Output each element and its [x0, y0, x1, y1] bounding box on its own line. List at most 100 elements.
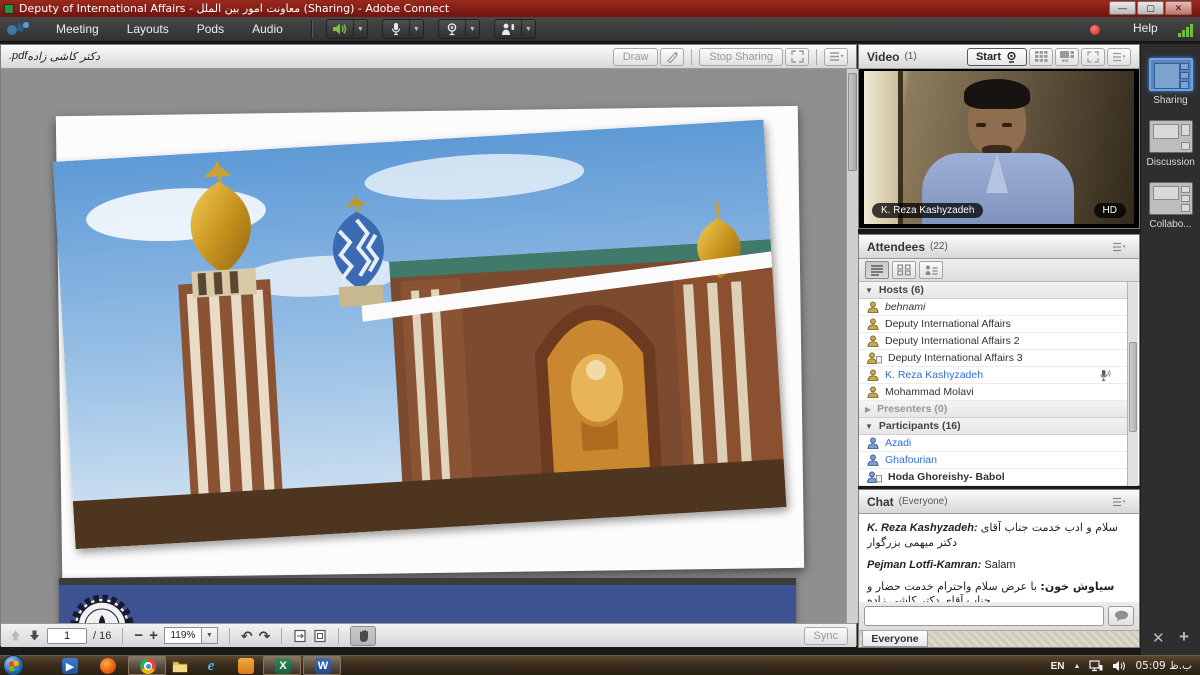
document-viewport[interactable]: Russia [1, 69, 856, 623]
draw-button[interactable]: Draw [613, 48, 659, 66]
attendee-row[interactable]: Hoda Ghoreishy- Babol [859, 469, 1129, 486]
network-icon[interactable] [1089, 660, 1103, 672]
fullscreen-button[interactable] [785, 48, 809, 66]
layout-collaboration[interactable]: Collabo... [1147, 182, 1195, 230]
language-indicator[interactable]: EN [1051, 661, 1065, 672]
share-pod-options-button[interactable] [824, 48, 848, 66]
rotate-right-icon[interactable]: ↷ [259, 629, 271, 643]
attendee-row[interactable]: Deputy International Affairs [859, 316, 1129, 333]
zoom-level-select[interactable]: 119% ▼ [164, 627, 218, 644]
vertical-scrollbar[interactable] [846, 69, 858, 623]
minimize-button[interactable]: — [1109, 1, 1136, 15]
pointer-tool-button[interactable] [660, 48, 684, 66]
raise-hand-dropdown[interactable]: ▼ [522, 19, 536, 39]
windows-taskbar: ▶ e X [0, 655, 1200, 675]
taskbar-explorer-icon[interactable] [172, 658, 188, 674]
menu-meeting[interactable]: Meeting [42, 17, 113, 42]
hosts-label: Hosts (6) [879, 284, 924, 296]
previous-page-icon[interactable] [9, 629, 22, 642]
close-pod-icon[interactable]: ✕ [1152, 629, 1165, 647]
zoom-dropdown-icon[interactable]: ▼ [202, 627, 218, 644]
recording-indicator-icon [1090, 25, 1100, 35]
layout-discussion[interactable]: Discussion [1147, 120, 1195, 168]
shared-document-title: .pdfدکتر کاشی زاده [9, 50, 100, 63]
tray-expand-icon[interactable]: ▲ [1074, 663, 1081, 670]
taskbar-media-player-icon[interactable]: ▶ [62, 658, 78, 674]
taskbar-excel-button[interactable]: X [263, 656, 301, 675]
menu-audio[interactable]: Audio [238, 17, 297, 42]
grid-view-button[interactable] [1029, 48, 1053, 66]
attendee-name: Deputy International Affairs 3 [888, 352, 1023, 364]
group-header-participants[interactable]: ▼ Participants (16) [859, 418, 1129, 435]
help-menu[interactable]: Help [1133, 21, 1158, 35]
attendee-row[interactable]: K. Reza Kashyzadeh [859, 367, 1129, 384]
attendee-row[interactable]: Ghafourian [859, 452, 1129, 469]
add-pod-icon[interactable]: + [1179, 627, 1189, 647]
breakout-view-button[interactable] [892, 261, 916, 279]
webcam-image: K. Reza Kashyzadeh HD [864, 71, 1134, 224]
vertical-scrollbar-thumb[interactable] [848, 73, 857, 171]
hand-pan-tool-button[interactable] [350, 626, 376, 646]
menu-bar: Meeting Layouts Pods Audio ▼ ▼ [0, 17, 1200, 42]
taskbar-firefox-icon[interactable] [100, 658, 116, 674]
attendees-scrollbar[interactable] [1127, 282, 1138, 486]
zoom-out-button[interactable]: − [134, 628, 143, 643]
menu-pods[interactable]: Pods [183, 17, 238, 42]
start-label: Start [976, 51, 1001, 63]
video-pod-options-button[interactable] [1107, 48, 1131, 66]
chat-input[interactable] [864, 606, 1104, 626]
attendees-pod-options-button[interactable] [1107, 238, 1131, 256]
taskbar-office-icon[interactable] [238, 658, 254, 674]
taskbar-chrome-button[interactable] [128, 656, 166, 675]
connection-signal-icon[interactable] [1178, 24, 1193, 37]
layout-sharing[interactable]: Sharing [1147, 58, 1195, 106]
attendee-row[interactable]: behnami [859, 299, 1129, 316]
attendee-row[interactable]: Deputy International Affairs 3 [859, 350, 1129, 367]
speaker-dropdown[interactable]: ▼ [354, 19, 368, 39]
sync-button[interactable]: Sync [804, 627, 848, 645]
doc-extension: .pdf [9, 50, 27, 63]
raise-hand-button[interactable] [494, 19, 522, 39]
zoom-in-button[interactable]: + [149, 628, 158, 643]
send-message-button[interactable] [1108, 606, 1134, 626]
webcam-button[interactable] [438, 19, 466, 39]
taskbar-internet-explorer-icon[interactable]: e [203, 658, 219, 674]
webcam-dropdown[interactable]: ▼ [466, 19, 480, 39]
stop-sharing-button[interactable]: Stop Sharing [699, 48, 783, 66]
video-fullscreen-icon [1087, 51, 1099, 63]
start-webcam-button[interactable]: Start [967, 48, 1027, 66]
video-fullscreen-button[interactable] [1081, 48, 1105, 66]
microphone-dropdown[interactable]: ▼ [410, 19, 424, 39]
attendee-status-view-button[interactable] [919, 261, 943, 279]
speaker-button[interactable] [326, 19, 354, 39]
fit-width-icon[interactable] [293, 629, 307, 643]
taskbar-word-button[interactable]: W [303, 656, 341, 675]
chat-sender: Pejman Lotfi-Kamran: [867, 559, 981, 571]
attendee-row[interactable]: Deputy International Affairs 2 [859, 333, 1129, 350]
participant-person-icon [867, 437, 879, 449]
fit-page-icon[interactable] [313, 629, 327, 643]
clock[interactable]: 05:09 ب.ظ [1135, 660, 1192, 672]
chat-scope: (Everyone) [899, 496, 948, 507]
tab-everyone[interactable]: Everyone [862, 631, 928, 647]
filmstrip-view-button[interactable] [1055, 48, 1079, 66]
breakout-view-icon [897, 264, 911, 276]
group-header-presenters[interactable]: ▶ Presenters (0) [859, 401, 1129, 418]
hd-badge: HD [1094, 203, 1126, 218]
menu-layouts[interactable]: Layouts [113, 17, 183, 42]
chat-pod-options-button[interactable] [1107, 493, 1131, 511]
attendee-row[interactable]: Mohammad Molavi [859, 384, 1129, 401]
microphone-button[interactable] [382, 19, 410, 39]
volume-icon[interactable] [1112, 660, 1126, 672]
attendee-row[interactable]: Azadi [859, 435, 1129, 452]
next-page-icon[interactable] [28, 629, 41, 642]
page-number-input[interactable] [47, 628, 87, 644]
attendee-list-view-button[interactable] [865, 261, 889, 279]
maximize-button[interactable]: ▢ [1137, 1, 1164, 15]
rotate-left-icon[interactable]: ↶ [241, 629, 253, 643]
word-icon: W [315, 658, 331, 674]
group-header-hosts[interactable]: ▼ Hosts (6) [859, 282, 1129, 299]
start-button[interactable] [3, 655, 24, 675]
attendees-scrollbar-thumb[interactable] [1129, 342, 1137, 432]
close-button[interactable]: ✕ [1165, 1, 1192, 15]
